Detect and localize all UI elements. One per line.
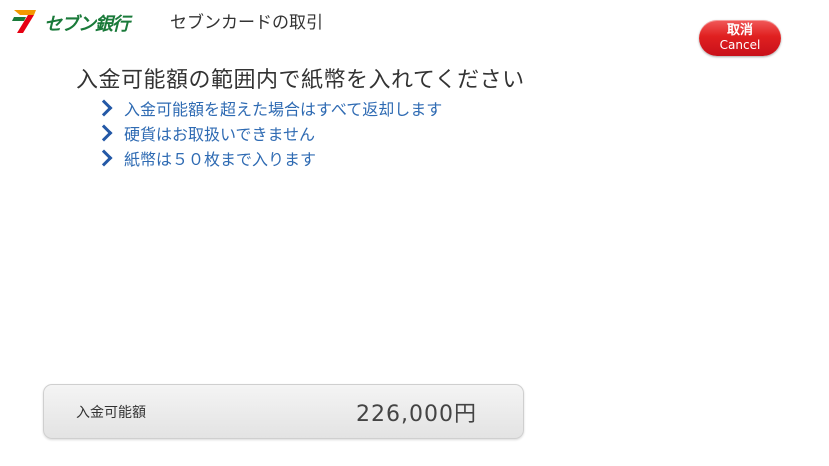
note-item: 紙幣は５０枚まで入ります [95, 147, 442, 172]
note-text: 硬貨はお取扱いできません [124, 125, 316, 144]
deposit-limit-label: 入金可能額 [76, 405, 146, 421]
seven-bank-logo: セブン銀行 [8, 4, 132, 35]
seven-logo-icon [10, 6, 40, 34]
note-item: 入金可能額を超えた場合はすべて返却します [95, 97, 443, 122]
logo-text: セブン銀行 [44, 14, 130, 35]
note-item: 硬貨はお取扱いできません [95, 122, 442, 147]
main-instruction: 入金可能額の範囲内で紙幣を入れてください [76, 68, 525, 93]
cancel-label-en: Cancel [719, 38, 761, 52]
cancel-label-jp: 取消 [726, 23, 753, 38]
cancel-button[interactable]: 取消 Cancel [699, 20, 781, 56]
deposit-limit-value: 226,000円 [356, 402, 477, 427]
transaction-title: セブンカードの取引 [170, 13, 323, 33]
notes-list: 入金可能額を超えた場合はすべて返却します 硬貨はお取扱いできません 紙幣は５０枚… [95, 97, 443, 172]
atm-screen: セブン銀行 セブンカードの取引 取消 Cancel 入金可能額の範囲内で紙幣を入… [0, 0, 829, 466]
note-text: 紙幣は５０枚まで入ります [124, 150, 317, 169]
chevron-right-icon [95, 124, 113, 142]
note-text: 入金可能額を超えた場合はすべて返却します [124, 100, 443, 119]
chevron-right-icon [95, 99, 113, 117]
chevron-right-icon [95, 149, 113, 167]
deposit-limit-panel: 入金可能額 226,000円 [43, 384, 524, 439]
